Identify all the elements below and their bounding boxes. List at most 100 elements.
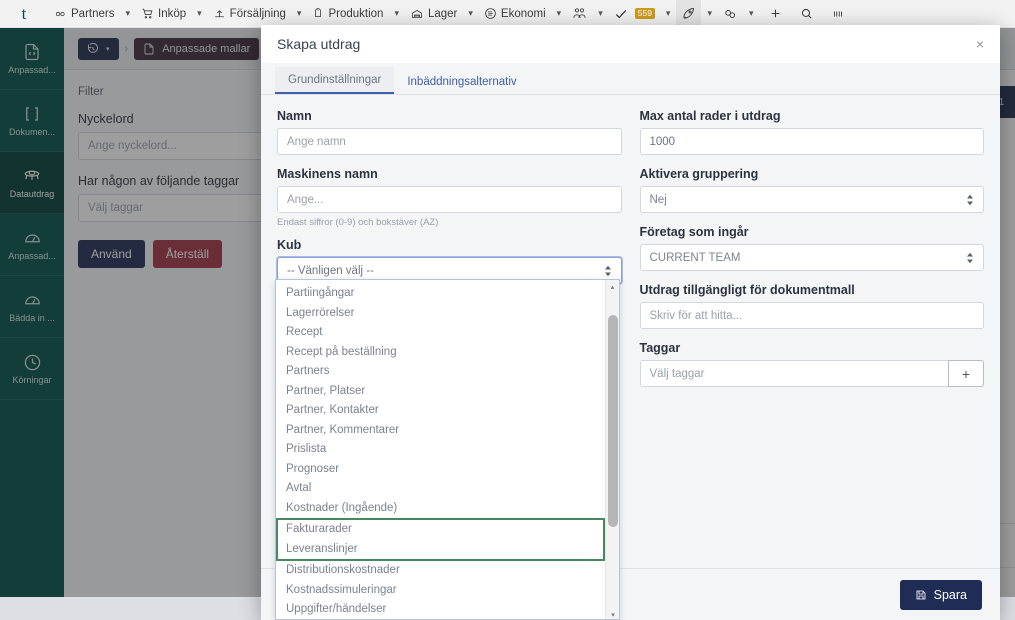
menu-people[interactable] (567, 0, 592, 28)
menu-label: Lager (428, 8, 457, 20)
status-badge: 559 (635, 8, 655, 19)
menu-icon (831, 8, 845, 20)
chevron-updown-icon (966, 252, 974, 264)
menu-rocket[interactable] (676, 0, 701, 28)
chevron-down-icon[interactable]: ▾ (743, 0, 760, 28)
tab-inbaddningsalternativ[interactable]: Inbäddningsalternativ (394, 69, 529, 94)
chevron-updown-icon (604, 265, 612, 277)
chevron-down-icon[interactable]: ▾ (592, 0, 609, 28)
warehouse-icon (410, 8, 424, 20)
dropdown-scrollbar[interactable]: ▴ ▾ (605, 280, 619, 620)
chevron-down-icon[interactable]: ▾ (291, 0, 308, 28)
dropdown-option[interactable]: Fakturarader (278, 520, 603, 540)
people-icon (572, 6, 587, 21)
cube-select-value: -- Vänligen välj -- (287, 265, 374, 277)
machine-name-hint: Endast siffror (0-9) och bokstäver (AZ) (277, 217, 622, 228)
menu-forsaljning[interactable]: Försäljning (208, 0, 291, 28)
cube-dropdown-list[interactable]: PartiingångarLagerrörelserReceptRecept p… (275, 279, 620, 620)
dropdown-option[interactable]: Partner, Kommentarer (276, 421, 605, 441)
spinner-icon (966, 194, 974, 206)
link-icon (723, 7, 738, 21)
dropdown-option[interactable]: Prislista (276, 440, 605, 460)
scrollbar-thumb[interactable] (608, 315, 618, 527)
chevron-down-icon[interactable]: ▾ (462, 0, 479, 28)
spinner-icon (604, 265, 612, 277)
search-icon (800, 7, 813, 20)
scroll-up-icon[interactable]: ▴ (606, 280, 619, 293)
tags-field-group: Välj taggar + (640, 360, 985, 387)
menu-inkop[interactable]: Inköp (136, 0, 191, 28)
modal-tabs: Grundinställningar Inbäddningsalternativ (261, 63, 1000, 95)
menu-lager[interactable]: Lager (405, 0, 462, 28)
chevron-updown-icon (966, 194, 974, 206)
machine-name-input[interactable]: Ange... (277, 186, 622, 213)
check-icon (614, 7, 628, 21)
doc-template-label: Utdrag tillgängligt för dokumentmall (640, 283, 985, 297)
modal-header: Skapa utdrag × (261, 25, 1000, 63)
chevron-down-icon[interactable]: ▾ (701, 0, 718, 28)
app-root: Nej Nej Nej Nej Nej Nej Filter Nyckelord… (0, 0, 1015, 620)
doc-template-input[interactable]: Skriv för att hitta... (640, 302, 985, 329)
cube-label: Kub (277, 238, 622, 252)
save-button[interactable]: Spara (900, 580, 982, 610)
scroll-down-icon[interactable]: ▾ (606, 608, 620, 620)
max-rows-label: Max antal rader i utdrag (640, 109, 985, 123)
tab-grundinstallningar[interactable]: Grundinställningar (275, 67, 394, 94)
add-button[interactable] (760, 0, 791, 28)
menu-button[interactable] (822, 0, 854, 28)
company-label: Företag som ingår (640, 225, 985, 239)
dropdown-option[interactable]: Partner, Kontakter (276, 401, 605, 421)
chevron-down-icon[interactable]: ▾ (191, 0, 208, 28)
chevron-down-icon[interactable]: ▾ (551, 0, 568, 28)
menu-label: Partners (71, 8, 114, 20)
spinner-icon (966, 252, 974, 264)
grouping-select[interactable]: Nej (640, 186, 985, 213)
dropdown-option[interactable]: Kostnader (Ingående) (276, 499, 605, 519)
menu-label: Inköp (158, 8, 186, 20)
company-value: CURRENT TEAM (650, 252, 741, 264)
dropdown-option[interactable]: Partners (276, 362, 605, 382)
grouping-label: Aktivera gruppering (640, 167, 985, 181)
tags-input[interactable]: Välj taggar (640, 360, 949, 387)
menu-links[interactable] (718, 0, 743, 28)
dropdown-option[interactable]: Recept på beställning (276, 343, 605, 363)
dropdown-option[interactable]: Lagerrörelser (276, 304, 605, 324)
dropdown-option[interactable]: Partner, Platser (276, 382, 605, 402)
app-logo[interactable]: t (0, 5, 48, 22)
dropdown-option[interactable]: Prognoser (276, 460, 605, 480)
menu-label: Försäljning (230, 8, 286, 20)
menu-produktion[interactable]: Produktion (307, 0, 388, 28)
name-label: Namn (277, 109, 622, 123)
chevron-down-icon[interactable]: ▾ (660, 0, 677, 28)
save-icon (915, 589, 927, 601)
dropdown-options: PartiingångarLagerrörelserReceptRecept p… (276, 284, 605, 620)
rocket-icon (681, 6, 696, 21)
dropdown-option[interactable]: Partiingångar (276, 284, 605, 304)
dropdown-option[interactable]: Kostnadssimuleringar (276, 581, 605, 601)
top-toolbar: t Partners ▾ Inköp ▾ (0, 0, 1015, 28)
economy-icon (484, 7, 497, 20)
chevron-down-icon[interactable]: ▾ (388, 0, 405, 28)
add-tag-button[interactable]: + (948, 360, 984, 387)
dropdown-option[interactable]: Distributionskostnader (276, 561, 605, 581)
dropdown-option[interactable]: Leveranslinjer (278, 540, 603, 560)
tags-label: Taggar (640, 341, 985, 355)
dropdown-option[interactable]: Avtal (276, 479, 605, 499)
sales-icon (213, 7, 226, 20)
plus-icon (769, 7, 782, 20)
machine-name-label: Maskinens namn (277, 167, 622, 181)
menu-ekonomi[interactable]: Ekonomi (479, 0, 551, 28)
search-button[interactable] (791, 0, 822, 28)
dropdown-option[interactable]: Uppgifter/händelser (276, 600, 605, 620)
company-select[interactable]: CURRENT TEAM (640, 244, 985, 271)
menu-partners[interactable]: Partners (48, 0, 119, 28)
partners-icon (53, 8, 67, 20)
name-input[interactable]: Ange namn (277, 128, 622, 155)
max-rows-input[interactable]: 1000 (640, 128, 985, 155)
chevron-down-icon[interactable]: ▾ (119, 0, 136, 28)
production-icon (312, 7, 324, 20)
menu-approvals[interactable]: 559 (609, 0, 660, 28)
dropdown-option[interactable]: Recept (276, 323, 605, 343)
close-icon[interactable]: × (976, 36, 984, 52)
cart-icon (141, 7, 154, 20)
